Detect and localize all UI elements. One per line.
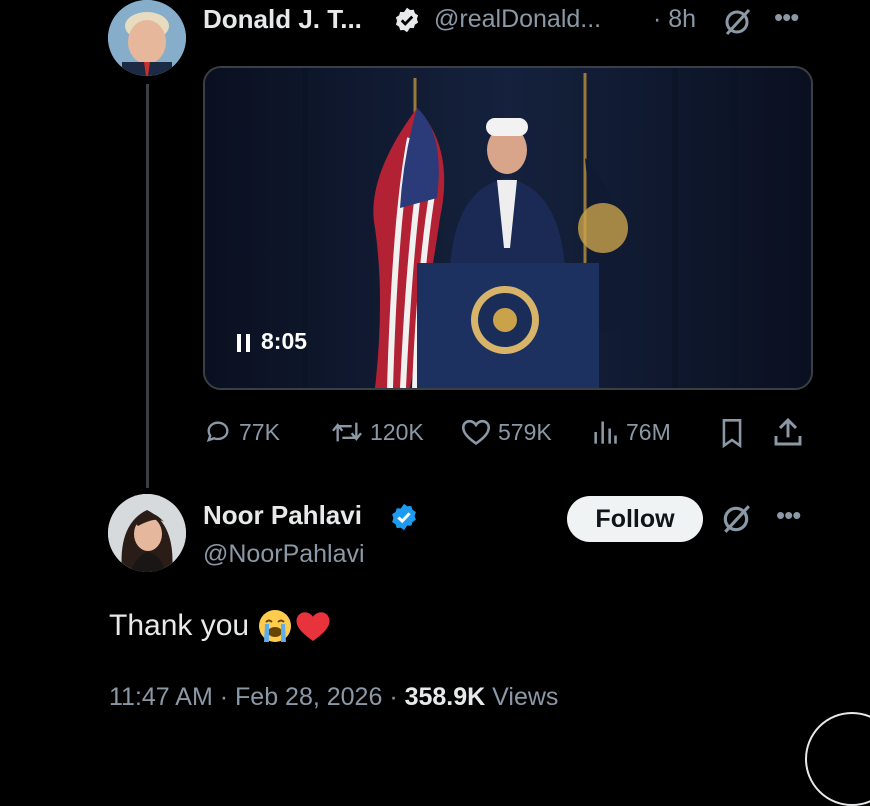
reply-button[interactable]: 77K [203,418,280,446]
views-button[interactable]: 76M [590,418,671,446]
author-name[interactable]: Donald J. T... [203,4,362,35]
loudly-crying-face-icon [259,610,292,642]
tweet-date[interactable]: Feb 28, 2026 [235,683,382,711]
repost-button[interactable]: 120K [330,418,424,446]
tweet-time[interactable]: 11:47 AM [109,683,213,711]
red-heart-icon [296,612,330,641]
author-name[interactable]: Noor Pahlavi [203,500,362,531]
floating-action-button[interactable] [805,712,870,806]
tweet-text-body: Thank you [109,609,250,642]
meta-separator: · [389,683,398,711]
avatar[interactable] [108,0,186,76]
follow-button[interactable]: Follow [567,496,703,542]
pause-icon[interactable] [237,334,251,352]
reply-icon [206,421,229,443]
author-handle[interactable]: @realDonald... [434,5,601,34]
avatar[interactable] [108,494,186,572]
author-handle[interactable]: @NoorPahlavi [203,540,365,569]
more-options-icon[interactable]: ••• [774,2,799,33]
tweet-text: Thank you [109,608,331,644]
video-duration: 8:05 [261,328,308,354]
tweet-meta: 11:47 AM · Feb 28, 2026 · 358.9K Views [109,683,558,712]
verified-badge-icon [395,7,419,33]
views-count: 76M [626,418,671,445]
meta-separator: · [219,683,229,711]
verified-badge-icon [392,503,416,531]
more-options-icon[interactable]: ••• [776,500,801,531]
repost-icon [332,422,362,442]
like-count: 579K [498,418,552,445]
thread-connector-line [146,84,149,488]
like-button[interactable]: 579K [460,418,552,446]
grok-icon[interactable] [722,7,752,37]
views-label: Views [492,683,559,711]
repost-count: 120K [370,418,424,445]
bookmark-icon[interactable] [718,418,746,448]
share-icon[interactable] [772,416,804,448]
heart-icon [461,419,491,446]
tweet-time[interactable]: · 8h [653,5,696,34]
views-count: 358.9K [404,683,486,711]
reply-count: 77K [239,418,280,445]
analytics-icon [594,421,617,444]
grok-icon[interactable] [720,503,752,535]
